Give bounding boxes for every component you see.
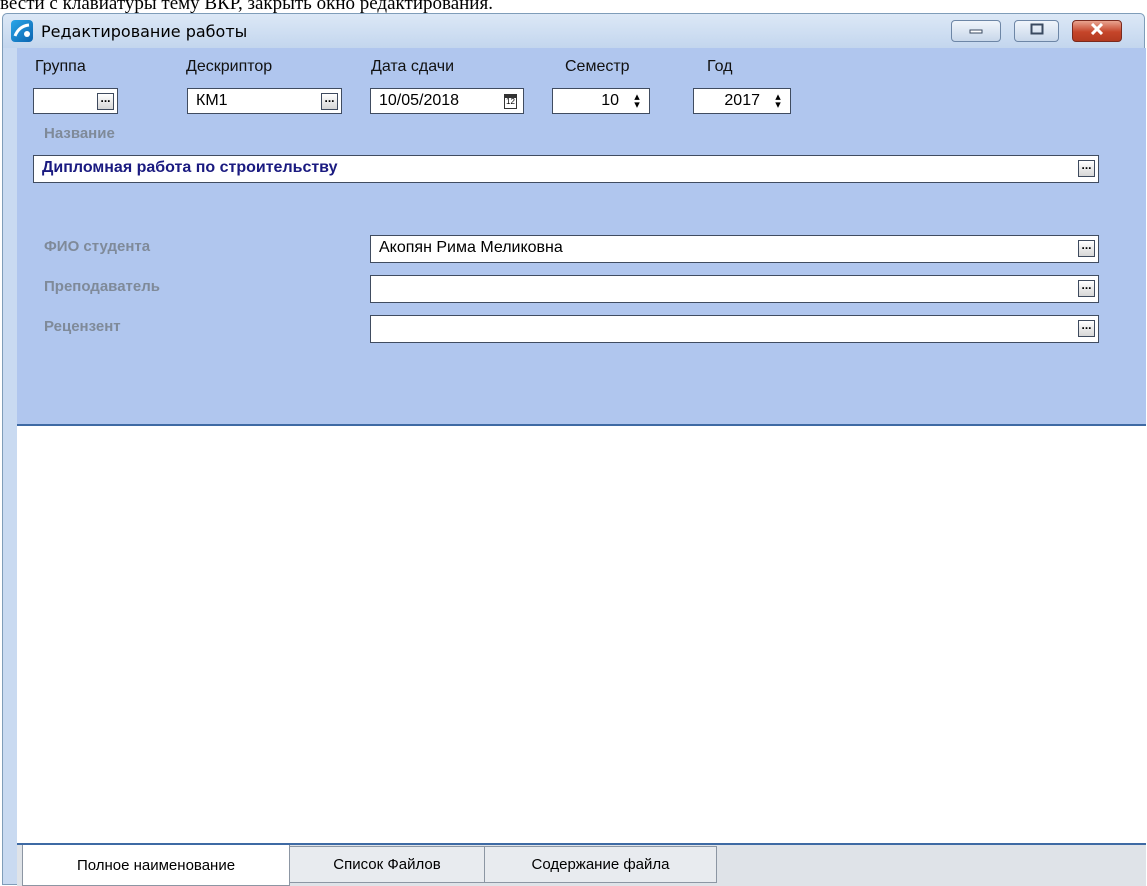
tab-full-name[interactable]: Полное наименование <box>22 845 290 886</box>
document-caption-fragment: вести с клавиатуры тему ВКР, закрыть окн… <box>0 0 493 13</box>
title-label: Название <box>44 125 115 142</box>
descriptor-value: КМ1 <box>196 92 228 109</box>
minimize-button[interactable] <box>951 20 1001 42</box>
app-logo-icon <box>11 20 33 42</box>
semester-label: Семестр <box>565 58 630 75</box>
semester-field[interactable]: 10 ▴ ▾ <box>552 88 650 114</box>
maximize-button[interactable] <box>1014 20 1059 42</box>
spinner-icon[interactable]: ▴ ▾ <box>772 92 784 111</box>
title-picker-button[interactable]: ... <box>1078 159 1095 177</box>
tab-file-content[interactable]: Содержание файла <box>484 846 717 883</box>
due-date-value: 10/05/2018 <box>379 92 460 109</box>
close-icon <box>1090 22 1104 40</box>
reviewer-picker-button[interactable]: ... <box>1078 319 1095 337</box>
year-value: 2017 <box>724 92 760 109</box>
semester-value: 10 <box>601 92 619 109</box>
due-date-field[interactable]: 10/05/2018 12 <box>370 88 524 114</box>
maximize-icon <box>1030 22 1044 40</box>
group-field[interactable]: ... <box>33 88 118 114</box>
teacher-picker-button[interactable]: ... <box>1078 279 1095 297</box>
calendar-icon[interactable]: 12 <box>504 94 517 109</box>
student-picker-button[interactable]: ... <box>1078 239 1095 257</box>
group-label: Группа <box>35 58 86 75</box>
teacher-label: Преподаватель <box>44 278 160 295</box>
work-details-form: Группа Дескриптор Дата сдачи Семестр Год… <box>17 48 1146 426</box>
descriptor-field[interactable]: КМ1 ... <box>187 88 342 114</box>
student-value: Акопян Рима Меликовна <box>379 239 563 256</box>
title-bar[interactable]: Редактирование работы <box>3 14 1144 48</box>
due-date-label: Дата сдачи <box>371 58 455 75</box>
title-value: Дипломная работа по строительству <box>42 159 338 176</box>
title-field[interactable]: Дипломная работа по строительству ... <box>33 155 1099 183</box>
reviewer-field[interactable]: ... <box>370 315 1099 343</box>
group-picker-button[interactable]: ... <box>97 92 114 110</box>
bottom-tab-strip: Полное наименование Список Файлов Содерж… <box>17 845 1146 886</box>
tab-content-area[interactable] <box>17 426 1146 845</box>
student-label: ФИО студента <box>44 238 151 255</box>
teacher-field[interactable]: ... <box>370 275 1099 303</box>
student-field[interactable]: Акопян Рима Меликовна ... <box>370 235 1099 263</box>
descriptor-picker-button[interactable]: ... <box>321 92 338 110</box>
year-label: Год <box>707 58 733 75</box>
minimize-icon <box>969 22 983 40</box>
year-field[interactable]: 2017 ▴ ▾ <box>693 88 791 114</box>
tab-file-list[interactable]: Список Файлов <box>289 846 485 883</box>
edit-work-window: Редактирование работы Группа Дескриптор … <box>2 13 1146 886</box>
descriptor-label: Дескриптор <box>186 58 273 75</box>
spinner-icon[interactable]: ▴ ▾ <box>631 92 643 111</box>
reviewer-label: Рецензент <box>44 318 121 335</box>
window-title: Редактирование работы <box>41 22 248 41</box>
close-button[interactable] <box>1072 20 1122 42</box>
